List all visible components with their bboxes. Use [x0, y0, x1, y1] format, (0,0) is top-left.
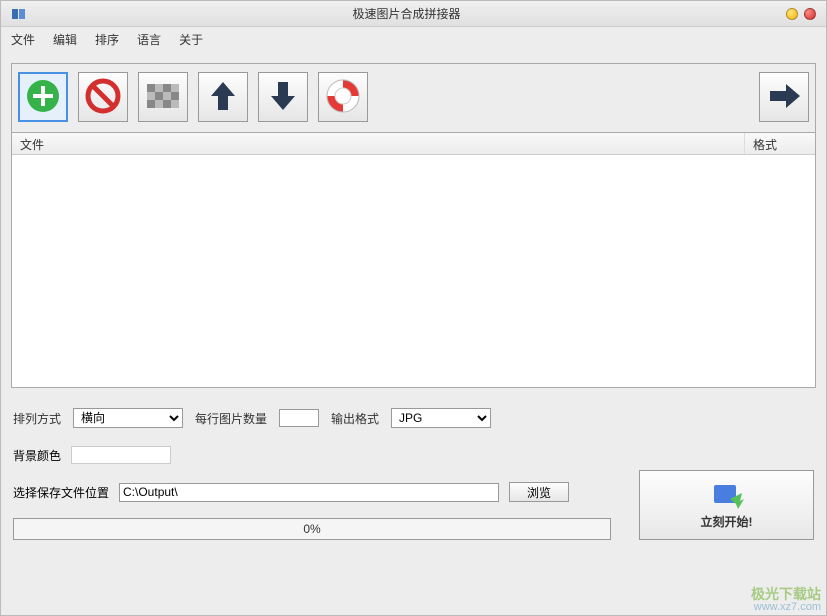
- output-format-label: 输出格式: [331, 410, 379, 427]
- menu-file[interactable]: 文件: [11, 31, 35, 48]
- arrow-down-icon: [265, 78, 301, 117]
- menu-about[interactable]: 关于: [179, 31, 203, 48]
- lifebuoy-icon: [325, 78, 361, 117]
- watermark-line2: www.xz7.com: [751, 601, 821, 614]
- per-row-input[interactable]: [279, 409, 319, 427]
- options-row: 排列方式 横向 每行图片数量 输出格式 JPG: [13, 408, 814, 428]
- browse-button[interactable]: 浏览: [509, 482, 569, 502]
- watermark-line1: 极光下载站: [751, 588, 821, 601]
- bgcolor-row: 背景颜色: [13, 446, 814, 464]
- arrangement-select[interactable]: 横向: [73, 408, 183, 428]
- window-title: 极速图片合成拼接器: [27, 5, 786, 22]
- help-button[interactable]: [318, 72, 368, 122]
- watermark: 极光下载站 www.xz7.com: [751, 588, 821, 614]
- menu-edit[interactable]: 编辑: [53, 31, 77, 48]
- forbidden-icon: [85, 78, 121, 117]
- titlebar: 极速图片合成拼接器: [1, 1, 826, 27]
- close-button[interactable]: [804, 8, 816, 20]
- bottom-row: 0% 立刻开始!: [13, 510, 814, 540]
- minimize-button[interactable]: [786, 8, 798, 20]
- app-icon: [11, 6, 27, 22]
- menubar: 文件 编辑 排序 语言 关于: [1, 27, 826, 51]
- proceed-button[interactable]: [759, 72, 809, 122]
- menu-language[interactable]: 语言: [137, 31, 161, 48]
- column-format[interactable]: 格式: [745, 133, 815, 154]
- add-icon: [25, 78, 61, 117]
- bgcolor-label: 背景颜色: [13, 447, 61, 464]
- start-button[interactable]: 立刻开始!: [639, 470, 814, 540]
- progress-text: 0%: [303, 522, 320, 536]
- savepath-input[interactable]: [119, 483, 499, 502]
- arrangement-label: 排列方式: [13, 410, 61, 427]
- file-list: 文件 格式: [11, 133, 816, 388]
- progress-bar: 0%: [13, 518, 611, 540]
- window-controls: [786, 8, 816, 20]
- arrow-up-icon: [205, 78, 241, 117]
- column-file[interactable]: 文件: [12, 133, 745, 154]
- remove-button[interactable]: [78, 72, 128, 122]
- clear-button[interactable]: [138, 72, 188, 122]
- add-button[interactable]: [18, 72, 68, 122]
- start-icon: [710, 481, 744, 511]
- savepath-label: 选择保存文件位置: [13, 484, 109, 501]
- move-up-button[interactable]: [198, 72, 248, 122]
- move-down-button[interactable]: [258, 72, 308, 122]
- file-list-header: 文件 格式: [12, 133, 815, 155]
- per-row-label: 每行图片数量: [195, 410, 267, 427]
- menu-sort[interactable]: 排序: [95, 31, 119, 48]
- file-list-body[interactable]: [12, 155, 815, 387]
- start-button-label: 立刻开始!: [701, 513, 753, 530]
- toolbar: [11, 63, 816, 133]
- output-format-select[interactable]: JPG: [391, 408, 491, 428]
- checker-icon: [145, 78, 181, 117]
- arrow-right-icon: [766, 78, 802, 117]
- bgcolor-swatch[interactable]: [71, 446, 171, 464]
